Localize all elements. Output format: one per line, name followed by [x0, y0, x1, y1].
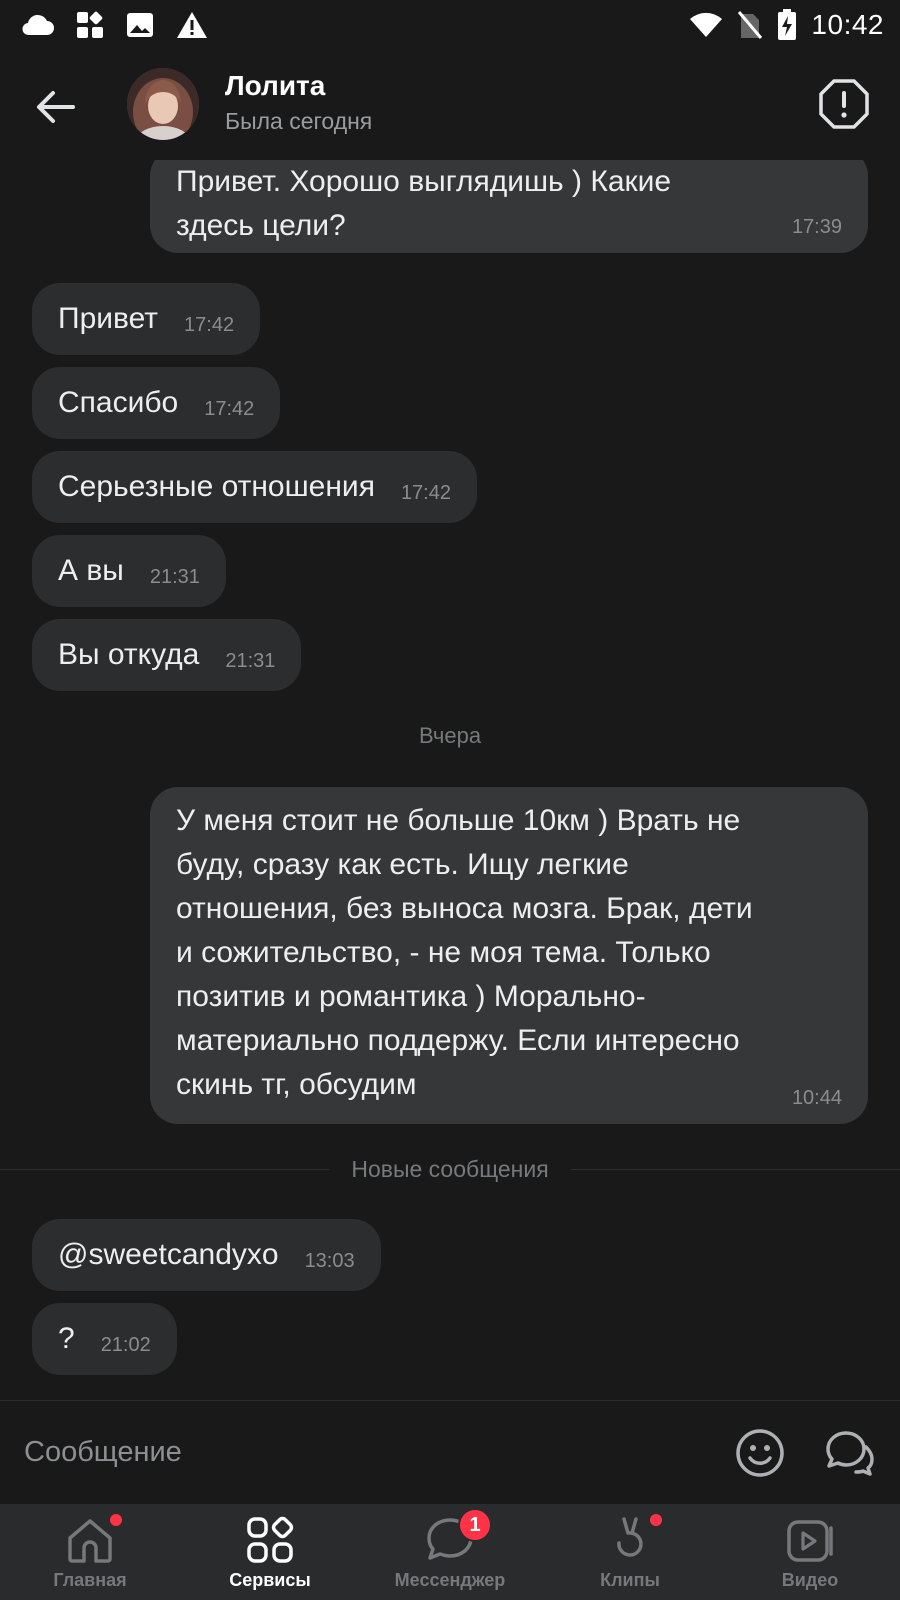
emoji-button[interactable] — [734, 1427, 786, 1479]
message-time: 21:02 — [100, 1333, 151, 1356]
services-icon — [244, 1514, 296, 1566]
message-text: Серьезные отношения — [58, 470, 375, 503]
message-time: 17:42 — [400, 481, 451, 504]
tab-label: Клипы — [600, 1570, 660, 1590]
avatar-image — [127, 68, 199, 140]
message-time: 17:42 — [184, 313, 235, 336]
battery-charging-icon — [778, 9, 797, 40]
clips-icon — [604, 1514, 656, 1566]
conversation-button[interactable] — [822, 1427, 876, 1479]
alert-octagon-icon — [819, 79, 869, 129]
bottom-navigation: Главная Сервисы 1 Мессенджер Клипы Видео — [0, 1504, 900, 1600]
message-list[interactable]: Привет. Хорошо выглядишь ) Какие здесь ц… — [0, 160, 900, 1400]
tab-messenger[interactable]: 1 Мессенджер — [360, 1504, 540, 1600]
video-icon — [784, 1514, 836, 1566]
message-outgoing[interactable]: У меня стоит не больше 10км ) Врать не б… — [150, 787, 868, 1124]
apps-icon — [77, 11, 103, 38]
message-incoming[interactable]: Привет 17:42 — [32, 283, 261, 355]
contact-info[interactable]: Лолита Была сегодня — [225, 70, 372, 135]
message-text: А вы — [58, 554, 124, 587]
message-incoming[interactable]: ? 21:02 — [32, 1303, 177, 1375]
message-incoming[interactable]: А вы 21:31 — [32, 535, 226, 607]
status-left-icons — [20, 11, 208, 39]
message-time: 17:42 — [204, 397, 255, 420]
message-text: Спасибо — [58, 386, 179, 419]
message-text: Вы откуда — [58, 638, 200, 671]
new-messages-separator: Новые сообщения — [0, 1154, 900, 1184]
tab-label: Главная — [53, 1570, 127, 1590]
day-separator: Вчера — [418, 723, 482, 748]
tab-label: Сервисы — [229, 1570, 311, 1590]
message-incoming[interactable]: @sweetcandyxo 13:03 — [32, 1219, 381, 1291]
report-button[interactable] — [818, 78, 870, 130]
no-sim-icon — [738, 11, 763, 39]
tab-label: Видео — [781, 1570, 839, 1590]
message-text: У меня стоит не больше 10км ) Врать не б… — [176, 804, 753, 1101]
message-incoming[interactable]: Серьезные отношения 17:42 — [32, 451, 477, 523]
avatar[interactable] — [127, 68, 199, 140]
message-text: Привет — [58, 302, 159, 335]
message-time: 13:03 — [304, 1249, 355, 1272]
status-right-icons: 10:42 — [689, 9, 884, 41]
notification-dot — [650, 1514, 662, 1526]
message-text: ? — [58, 1322, 75, 1355]
clock: 10:42 — [811, 9, 884, 40]
status-bar: 10:42 — [0, 0, 900, 50]
message-time: 17:39 — [791, 216, 842, 238]
unread-badge: 1 — [458, 1508, 492, 1542]
smile-icon — [736, 1429, 784, 1477]
divider — [570, 1168, 900, 1170]
home-icon — [64, 1514, 116, 1566]
message-outgoing[interactable]: Привет. Хорошо выглядишь ) Какие здесь ц… — [150, 160, 868, 253]
tab-clips[interactable]: Клипы — [540, 1504, 720, 1600]
warning-icon — [177, 12, 207, 38]
message-time: 21:31 — [149, 565, 200, 588]
message-text: Привет. Хорошо выглядишь ) Какие здесь ц… — [176, 165, 672, 242]
chat-header: Лолита Была сегодня — [0, 50, 900, 160]
image-icon — [127, 13, 153, 37]
wifi-icon — [690, 12, 723, 37]
notification-dot — [110, 1514, 122, 1526]
message-incoming[interactable]: Спасибо 17:42 — [32, 367, 281, 439]
tab-home[interactable]: Главная — [0, 1504, 180, 1600]
chat-bubbles-icon — [826, 1431, 874, 1476]
message-incoming[interactable]: Вы откуда 21:31 — [32, 619, 302, 691]
message-time: 10:44 — [791, 1087, 842, 1109]
message-text: @sweetcandyxo — [58, 1238, 279, 1271]
message-time: 21:31 — [225, 649, 276, 672]
back-button[interactable] — [30, 82, 80, 132]
tab-video[interactable]: Видео — [720, 1504, 900, 1600]
arrow-left-icon — [37, 91, 75, 123]
message-input[interactable] — [24, 1427, 664, 1477]
contact-name: Лолита — [225, 70, 326, 101]
cloud-icon — [22, 14, 54, 36]
new-messages-label: Новые сообщения — [351, 1155, 549, 1182]
divider — [0, 1168, 330, 1170]
contact-status: Была сегодня — [225, 108, 373, 134]
message-composer — [0, 1400, 900, 1504]
tab-services[interactable]: Сервисы — [180, 1504, 360, 1600]
tab-label: Мессенджер — [394, 1570, 506, 1590]
